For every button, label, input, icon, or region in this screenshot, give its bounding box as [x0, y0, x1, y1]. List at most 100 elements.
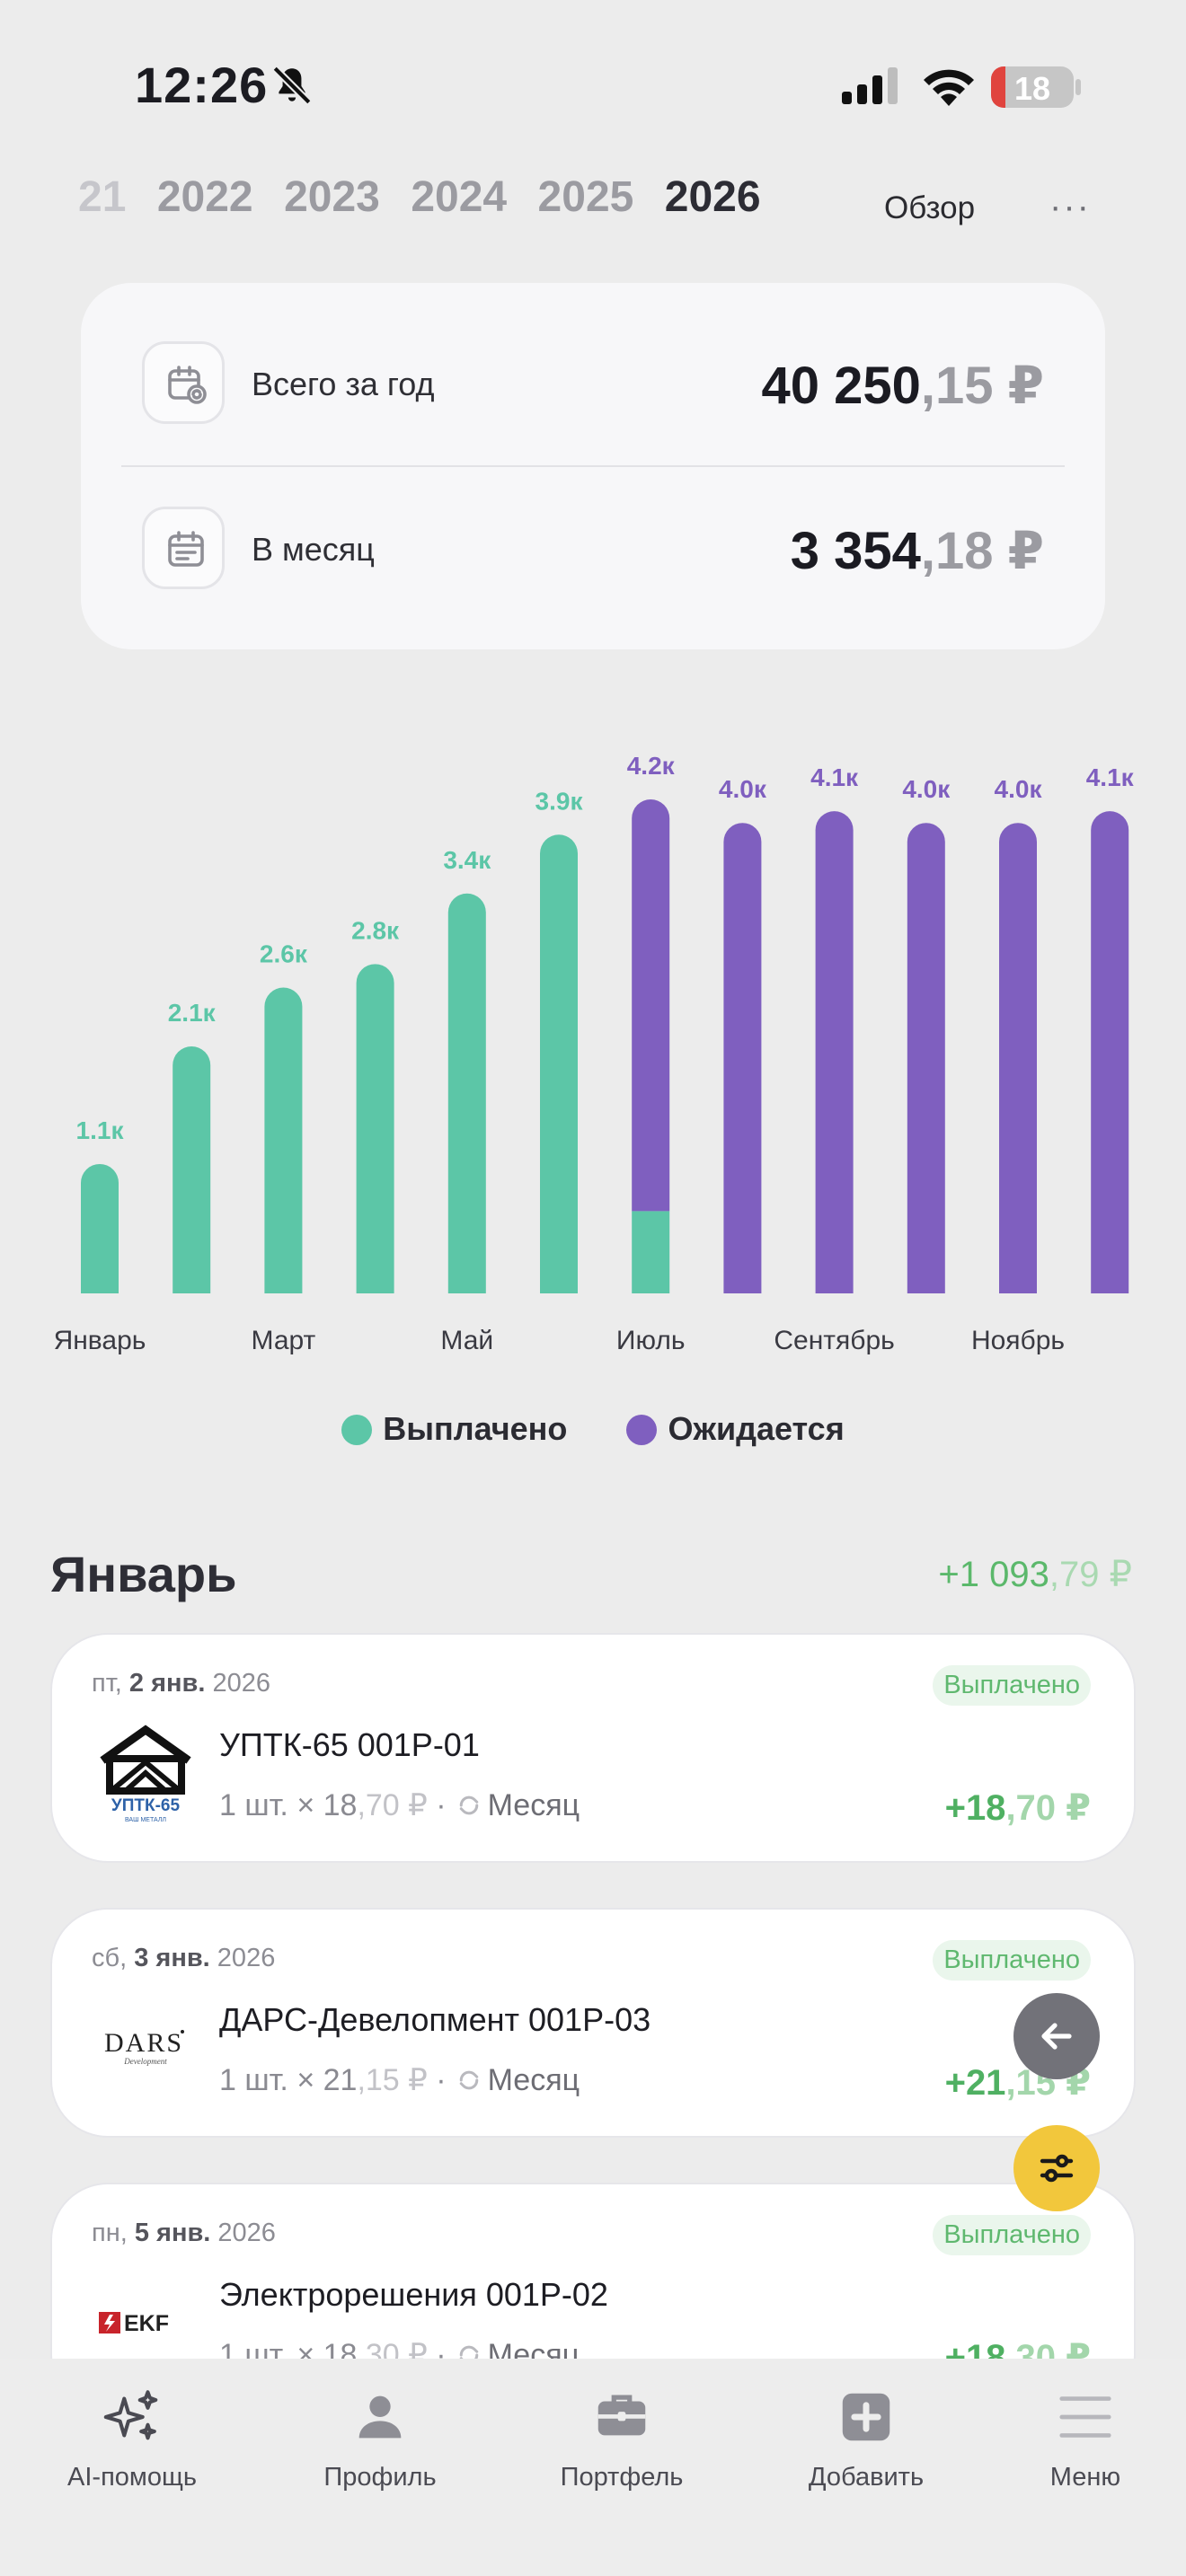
bar-expected-12 [1091, 811, 1129, 1293]
security-name: ДАРС-Девелопмент 001Р-03 [219, 2001, 651, 2038]
bar-value-label-3: 2.6к [260, 940, 308, 968]
uptk-logo: УПТК-65 ВАШ МЕТАЛЛ [100, 1725, 191, 1823]
x-tick-label: Май [440, 1326, 493, 1355]
tab-menu[interactable]: Меню [978, 2386, 1186, 2492]
bar-paid-2 [173, 1046, 211, 1293]
bar-value-label-7: 4.2к [627, 752, 676, 780]
bar-paid-4 [356, 964, 394, 1293]
bar-value-label-9: 4.1к [810, 763, 859, 791]
bar-value-label-5: 3.4к [443, 846, 491, 874]
bar-paid-7 [632, 1211, 670, 1293]
payment-date: пн, 5 янв. 2026 [92, 2219, 276, 2247]
payment-date: пт, 2 янв. 2026 [92, 1669, 270, 1698]
wifi-icon [924, 69, 974, 106]
bar-expected-7 [632, 799, 670, 1212]
payout-chart: 1.1к 2.1к 2.6к 2.8к 3.4к 3.9к 4.2к 4.0к 4.1к 4.0к… [0, 719, 1186, 1365]
briefcase-icon [597, 2395, 646, 2436]
tab-add-label: Добавить [808, 2463, 925, 2492]
security-name: УПТК-65 001Р-01 [219, 1726, 480, 1763]
year-tab-2025[interactable]: 2025 [538, 172, 634, 222]
tab-profile-label: Профиль [323, 2463, 437, 2492]
x-tick-label: Сентябрь [774, 1326, 894, 1355]
more-options-icon[interactable]: ··· [1049, 187, 1091, 227]
bar-value-label-6: 3.9к [535, 787, 584, 815]
bar-expected-11 [999, 823, 1037, 1293]
bar-value-label-11: 4.0к [995, 775, 1043, 803]
chart-legend: Выплачено Ожидается [0, 1410, 1186, 1448]
year-tabs: 21 2022 2023 2024 2025 2026 [78, 172, 788, 235]
tab-portfolio[interactable]: Портфель [514, 2386, 730, 2492]
filter-button[interactable] [1013, 2125, 1100, 2211]
tab-portfolio-label: Портфель [560, 2463, 684, 2492]
bar-expected-9 [815, 811, 854, 1293]
status-time: 12:26 [135, 57, 269, 113]
back-button[interactable] [1013, 1993, 1100, 2079]
tab-profile[interactable]: Профиль [272, 2386, 488, 2492]
bar-paid-1 [81, 1163, 119, 1293]
tab-bar: AI-помощь Профиль Портфель Добавить Меню [0, 2359, 1186, 2576]
cellular-signal-icon [842, 67, 898, 104]
tab-add[interactable]: Добавить [758, 2386, 974, 2492]
sliders-icon [1040, 2154, 1074, 2183]
status-badge: Выплачено [933, 2215, 1091, 2255]
tab-menu-label: Меню [1049, 2463, 1121, 2492]
year-total-row: Всего за год 40 250,15 ₽ [81, 310, 1105, 463]
divider [121, 465, 1065, 467]
overview-tab[interactable]: Обзор [884, 190, 975, 226]
payout-bar-chart: 1.1к 2.1к 2.6к 2.8к 3.4к 3.9к 4.2к 4.0к 4.1к 4.0к… [54, 752, 1135, 1355]
x-tick-label: Июль [616, 1326, 686, 1355]
month-section-total: +1 093,79 ₽ [938, 1555, 1132, 1594]
plus-square-icon [842, 2393, 890, 2441]
bar-paid-5 [447, 893, 486, 1293]
legend-paid-dot [341, 1415, 373, 1445]
legend-expected[interactable]: Ожидается [626, 1410, 845, 1448]
bar-paid-6 [540, 834, 578, 1293]
status-bar: 12:26 18 [0, 0, 1186, 171]
x-tick-label: Январь [54, 1326, 146, 1355]
x-tick-label: Ноябрь [971, 1326, 1065, 1355]
year-tab-2022[interactable]: 2022 [157, 172, 253, 222]
year-tab-2024[interactable]: 2024 [411, 172, 507, 222]
bar-value-label-8: 4.0к [719, 775, 767, 803]
recurring-icon [459, 2070, 478, 2090]
payment-amount: +18,70 ₽ [944, 1788, 1091, 1828]
year-total-value: 40 250,15 ₽ [761, 357, 1044, 415]
bell-off-icon [272, 66, 312, 105]
payment-card[interactable]: пт, 2 янв. 2026 Выплачено УПТК-65 ВАШ МЕ… [50, 1633, 1136, 1863]
month-average-value: 3 354,18 ₽ [790, 522, 1044, 580]
month-average-label: В месяц [252, 531, 375, 568]
year-tab-2026[interactable]: 2026 [665, 172, 761, 222]
security-name: Электрорешения 001Р-02 [219, 2276, 608, 2313]
year-tab-2021[interactable]: 21 [78, 172, 126, 222]
bar-paid-3 [264, 987, 303, 1293]
sparkles-icon [103, 2390, 158, 2440]
tab-ai-assistant-label: AI-помощь [67, 2463, 197, 2492]
bar-expected-8 [723, 823, 762, 1293]
dars-logo: DARS Development [104, 2028, 184, 2066]
menu-icon [1059, 2396, 1111, 2438]
legend-expected-dot [626, 1415, 658, 1445]
arrow-left-icon [1041, 2023, 1072, 2050]
calendar-icon [142, 507, 225, 589]
person-icon [358, 2395, 402, 2439]
svg-text:УПТК-65: УПТК-65 [111, 1796, 181, 1815]
bar-expected-10 [907, 823, 945, 1293]
year-total-label: Всего за год [252, 366, 435, 402]
x-tick-label: Март [252, 1326, 316, 1355]
status-badge: Выплачено [933, 1940, 1091, 1981]
payment-date: сб, 3 янв. 2026 [92, 1944, 276, 1972]
payment-card[interactable]: сб, 3 янв. 2026 Выплачено DARS Developme… [50, 1908, 1136, 2138]
svg-text:Development: Development [123, 2057, 167, 2066]
svg-text:EKF: EKF [124, 2311, 169, 2336]
svg-text:ВАШ МЕТАЛЛ: ВАШ МЕТАЛЛ [125, 1817, 166, 1823]
legend-paid[interactable]: Выплачено [341, 1410, 567, 1448]
svg-text:DARS: DARS [104, 2028, 183, 2058]
battery-indicator: 18 [991, 66, 1074, 108]
tab-ai-assistant[interactable]: AI-помощь [24, 2386, 240, 2492]
bar-value-label-4: 2.8к [351, 916, 400, 944]
year-tab-2023[interactable]: 2023 [284, 172, 380, 222]
month-section-title: Январь [50, 1546, 237, 1602]
recurring-icon [459, 1795, 478, 1815]
summary-card: Всего за год 40 250,15 ₽ В месяц 3 354,1… [81, 283, 1105, 649]
month-average-row: В месяц 3 354,18 ₽ [81, 475, 1105, 628]
